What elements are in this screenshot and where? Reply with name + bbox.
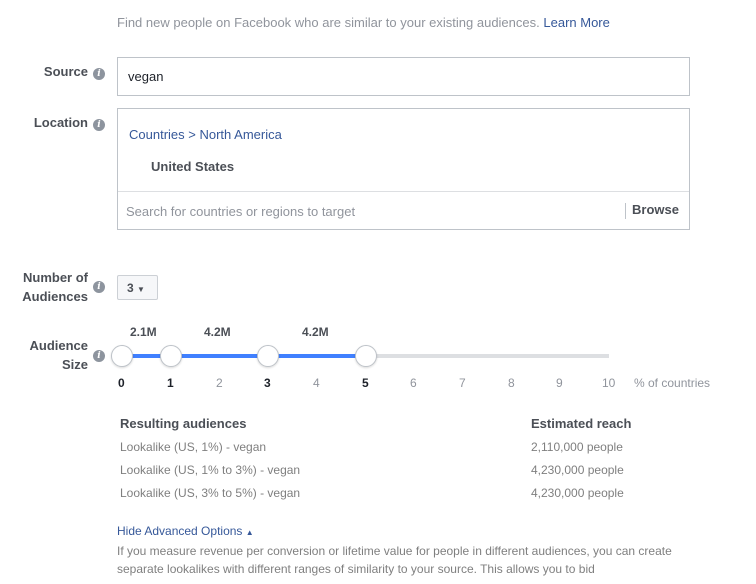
segment-size-label: 2.1M xyxy=(130,325,157,339)
result-audience-name: Lookalike (US, 1% to 3%) - vegan xyxy=(120,463,301,477)
label-line: Size xyxy=(61,357,88,372)
slider-tick: 10 xyxy=(602,376,616,390)
slider-unit: % of countries xyxy=(634,376,711,390)
slider-handle[interactable] xyxy=(355,345,377,367)
browse-button[interactable]: Browse xyxy=(632,202,679,217)
slider-handle[interactable] xyxy=(160,345,182,367)
source-input[interactable]: vegan xyxy=(117,57,690,96)
results-header-audiences: Resulting audiences xyxy=(120,416,247,431)
divider xyxy=(625,203,626,219)
source-label: Source xyxy=(43,64,88,79)
label-line: Number of xyxy=(23,270,88,285)
learn-more-link[interactable]: Learn More xyxy=(543,15,609,30)
intro-text: Find new people on Facebook who are simi… xyxy=(117,15,610,30)
slider-tick: 2 xyxy=(216,376,223,390)
result-reach: 2,110,000 people xyxy=(531,440,623,454)
segment-size-label: 4.2M xyxy=(204,325,231,339)
advanced-toggle-label: Hide Advanced Options xyxy=(117,524,243,538)
result-audience-name: Lookalike (US, 1%) - vegan xyxy=(120,440,267,454)
slider-tick: 6 xyxy=(410,376,417,390)
slider-handle[interactable] xyxy=(111,345,133,367)
results-header-reach: Estimated reach xyxy=(531,416,632,431)
breadcrumb-countries[interactable]: Countries xyxy=(129,127,185,142)
label-line: Audiences xyxy=(22,289,88,304)
info-icon[interactable]: i xyxy=(93,281,105,293)
breadcrumb-separator: > xyxy=(188,127,196,142)
slider-tick: 5 xyxy=(362,376,369,390)
selected-location: United States xyxy=(151,159,235,174)
slider-tick: 3 xyxy=(264,376,271,390)
slider-handle[interactable] xyxy=(257,345,279,367)
info-icon[interactable]: i xyxy=(93,350,105,362)
divider xyxy=(118,191,689,192)
number-of-audiences-label: Number of Audiences xyxy=(10,268,88,306)
location-box: Countries > North America United States … xyxy=(117,108,690,230)
slider-tick: 7 xyxy=(459,376,466,390)
audience-size-label: Audience Size xyxy=(10,336,88,374)
breadcrumb: Countries > North America xyxy=(129,127,282,142)
intro-description: Find new people on Facebook who are simi… xyxy=(117,15,540,30)
info-icon[interactable]: i xyxy=(93,119,105,131)
hide-advanced-options-link[interactable]: Hide Advanced Options ▲ xyxy=(117,524,254,538)
label-line: Audience xyxy=(29,338,88,353)
caret-up-icon: ▲ xyxy=(245,528,254,537)
segment-size-label: 4.2M xyxy=(302,325,329,339)
source-value: vegan xyxy=(128,69,164,84)
slider-tick: 4 xyxy=(313,376,320,390)
result-audience-name: Lookalike (US, 3% to 5%) - vegan xyxy=(120,486,301,500)
caret-down-icon: ▼ xyxy=(137,285,145,294)
result-reach: 4,230,000 people xyxy=(531,463,624,477)
audience-count-select[interactable]: 3 ▼ xyxy=(117,275,158,300)
breadcrumb-north-america[interactable]: North America xyxy=(199,127,281,142)
audience-count-value: 3 xyxy=(127,281,134,295)
location-search-input[interactable]: Search for countries or regions to targe… xyxy=(126,204,355,219)
location-label: Location xyxy=(33,115,88,130)
slider-tick: 0 xyxy=(118,376,125,390)
slider-tick: 9 xyxy=(556,376,563,390)
slider-fill xyxy=(122,354,366,358)
result-reach: 4,230,000 people xyxy=(531,486,624,500)
slider-tick: 1 xyxy=(167,376,174,390)
info-icon[interactable]: i xyxy=(93,68,105,80)
advanced-description: If you measure revenue per conversion or… xyxy=(117,544,672,576)
slider-tick: 8 xyxy=(508,376,515,390)
